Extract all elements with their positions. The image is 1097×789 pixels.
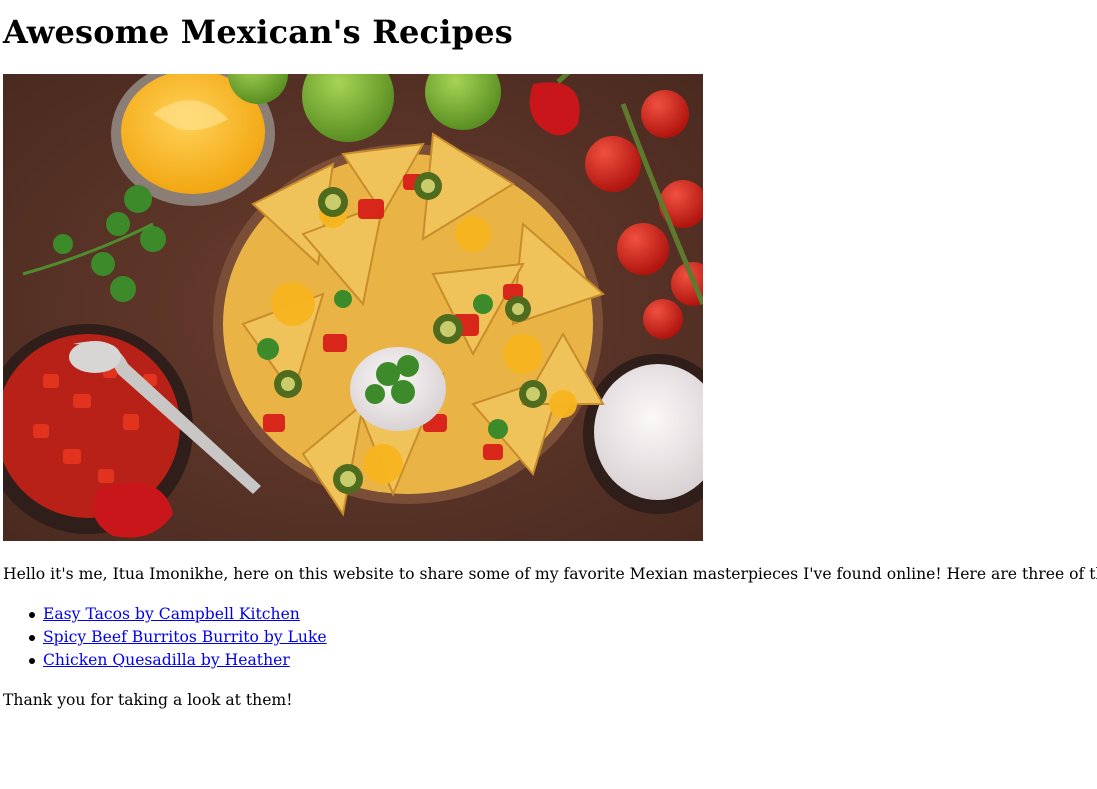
- list-item: Chicken Quesadilla by Heather: [29, 649, 1095, 672]
- recipe-list: Easy Tacos by Campbell Kitchen Spicy Bee…: [3, 603, 1095, 672]
- recipe-link-spicy-beef-burritos[interactable]: Spicy Beef Burritos Burrito by Luke: [43, 628, 327, 646]
- page-title: Awesome Mexican's Recipes: [3, 13, 513, 51]
- list-item: Spicy Beef Burritos Burrito by Luke: [29, 626, 1095, 649]
- bullet-icon: [29, 612, 35, 618]
- bullet-icon: [29, 635, 35, 641]
- recipe-link-chicken-quesadilla[interactable]: Chicken Quesadilla by Heather: [43, 651, 290, 669]
- thanks-text: Thank you for taking a look at them!: [3, 691, 293, 709]
- bullet-icon: [29, 658, 35, 664]
- page-content: Awesome Mexican's Recipes Hello it's me,…: [3, 0, 1097, 710]
- nachos-image: [3, 74, 703, 541]
- recipe-link-easy-tacos[interactable]: Easy Tacos by Campbell Kitchen: [43, 605, 300, 623]
- list-item: Easy Tacos by Campbell Kitchen: [29, 603, 1095, 626]
- intro-text: Hello it's me, Itua Imonikhe, here on th…: [3, 565, 1097, 583]
